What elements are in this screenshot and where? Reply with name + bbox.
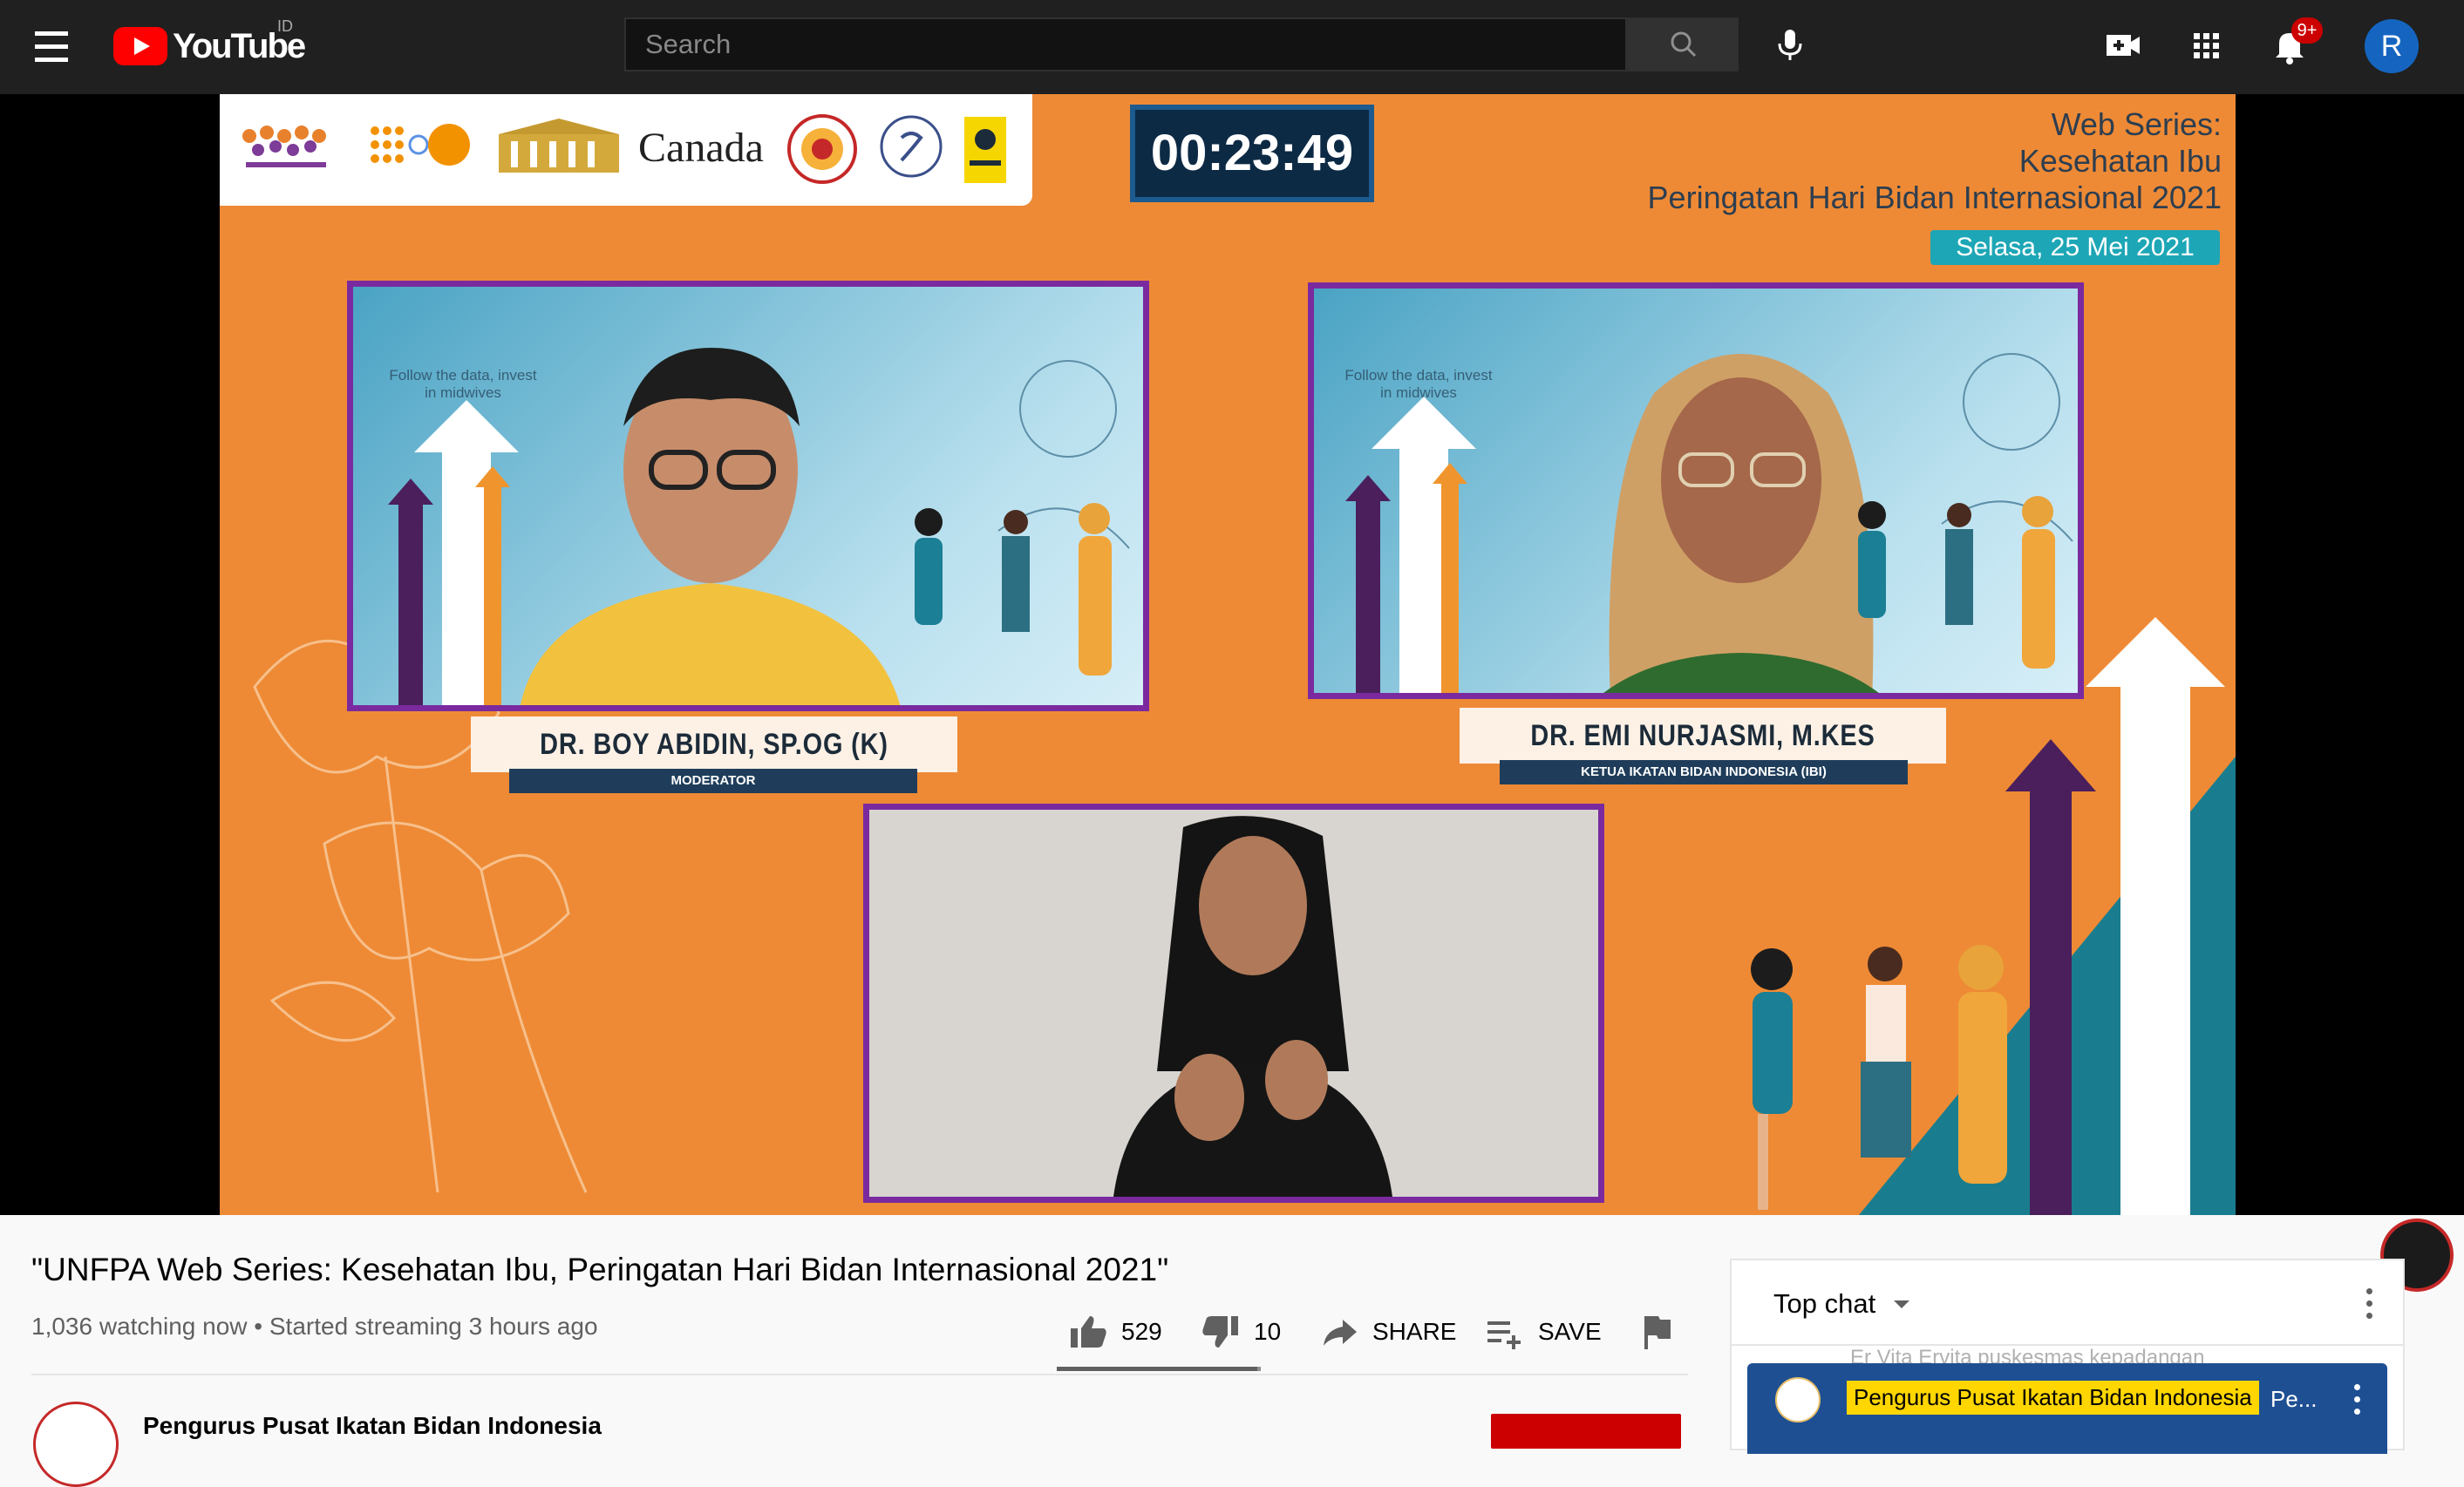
pinned-message-banner[interactable]: Pengurus Pusat Ikatan Bidan Indonesia Pe… [1747,1363,2387,1454]
pinned-message-text: Pe... [2270,1386,2318,1412]
pinned-more-icon[interactable] [2352,1384,2361,1416]
interpreter-silhouette [1113,816,1392,1197]
series-title-line1: Web Series: [2051,106,2222,142]
chat-header: Top chat [1732,1260,2403,1346]
speaker-2-name: DR. EMI NURJASMI, M.KES [1530,719,1875,752]
like-dislike-ratio-bar [1057,1367,1261,1371]
speaker-1-role: MODERATOR [509,769,917,793]
like-count: 529 [1121,1318,1162,1345]
unfpa-logo [371,124,470,166]
speaker-1-silhouette [520,348,901,705]
save-button[interactable]: SAVE [1484,1306,1602,1358]
video-player[interactable]: Canada 00:23:49 Web Series: Kesehatan Ib… [0,94,2464,1292]
speaker-2-name-card: DR. EMI NURJASMI, M.KES [1460,708,1946,764]
video-frame: Canada 00:23:49 Web Series: Kesehatan Ib… [220,94,2236,1215]
pinned-author: Pengurus Pusat Ikatan Bidan Indonesia [1847,1381,2259,1415]
speaker-1-name-card: DR. BOY ABIDIN, SP.OG (K) [471,716,957,772]
video-meta: 1,036 watching now • Started streaming 3… [31,1313,598,1340]
account-avatar[interactable]: R [2365,19,2419,73]
midwives-illustration [1751,945,2007,1210]
create-video-button[interactable] [2100,21,2148,70]
dislike-count: 10 [1254,1318,1282,1345]
apps-grid-icon [2194,33,2219,58]
series-title-line3: Peringatan Hari Bidan Internasional 2021 [1647,180,2222,215]
search-box [624,17,1627,71]
share-label: SHARE [1372,1318,1457,1345]
speaker-2-role: KETUA IKATAN BIDAN INDONESIA (IBI) [1500,760,1908,784]
series-title: Web Series: Kesehatan Ibu Peringatan Har… [1648,106,2222,216]
voice-search-button[interactable] [1763,17,1817,71]
stream-timer: 00:23:49 [1130,105,1374,202]
channel-name[interactable]: Pengurus Pusat Ikatan Bidan Indonesia [143,1412,602,1440]
ibi-logo [787,114,857,184]
pinned-author-avatar [1775,1377,1821,1422]
chevron-down-icon[interactable] [1894,1300,1909,1308]
country-code: ID [277,17,293,35]
sponsor-logos-bar: Canada [220,94,1032,206]
panel-2-illustration [1858,353,2073,669]
search-icon [1671,31,1697,58]
menu-icon[interactable] [31,30,71,65]
speaker-video-panel-2: Follow the data, invest in midwives [1308,282,2084,699]
live-chat: Top chat Er Vita Ervita puskesmas kepada… [1730,1259,2405,1454]
more-vert-icon[interactable] [2365,1287,2373,1321]
playlist-add-icon [1487,1321,1521,1349]
divider [31,1374,1688,1375]
dislike-button[interactable]: 10 [1200,1306,1281,1358]
microphone-icon [1778,30,1802,60]
report-button[interactable] [1636,1306,1690,1358]
share-arrow-icon [1324,1320,1357,1346]
canada-logo-text: Canada [638,125,764,171]
speaker-video-panel-1: Follow the data, invest in midwives [347,281,1149,711]
series-date: Selasa, 25 Mei 2021 [1930,230,2220,265]
youtube-logo[interactable]: YouTube [113,26,306,66]
chat-message-faded: Er Vita Ervita puskesmas kepadangan [1850,1346,2205,1365]
video-camera-plus-icon [2107,35,2140,56]
search-button[interactable] [1627,17,1739,71]
thumbs-up-icon [1071,1316,1106,1348]
sign-language-interpreter-panel [863,804,1604,1203]
series-title-line2: Kesehatan Ibu [2018,143,2222,179]
like-button[interactable]: 529 [1067,1306,1162,1358]
save-label: SAVE [1538,1318,1602,1345]
flag-icon [1644,1316,1671,1349]
chat-mode-selector[interactable]: Top chat [1773,1288,1875,1320]
subscribe-button[interactable] [1491,1414,1681,1449]
youtube-play-icon [113,27,167,65]
asah-logo [880,115,943,178]
share-button[interactable]: SHARE [1318,1306,1456,1358]
video-title: "UNFPA Web Series: Kesehatan Ibu, Pering… [31,1252,1169,1287]
panel-1-illustration [915,360,1130,676]
panel-arrows-2 [1345,397,1476,693]
knowledge-hub-logo [242,126,326,167]
channel-avatar[interactable] [33,1402,119,1487]
notification-badge: 9+ [2291,17,2323,44]
kantor-staf-presiden-logo [499,119,619,173]
search-input[interactable] [626,19,1625,70]
masthead: YouTube ID Search 9+ R [0,0,2464,94]
university-logo [964,117,1006,183]
apps-button[interactable] [2182,21,2230,70]
thumbs-down-icon [1202,1316,1238,1348]
speaker-1-name: DR. BOY ABIDIN, SP.OG (K) [540,728,888,761]
like-ratio-fill [1057,1367,1257,1371]
